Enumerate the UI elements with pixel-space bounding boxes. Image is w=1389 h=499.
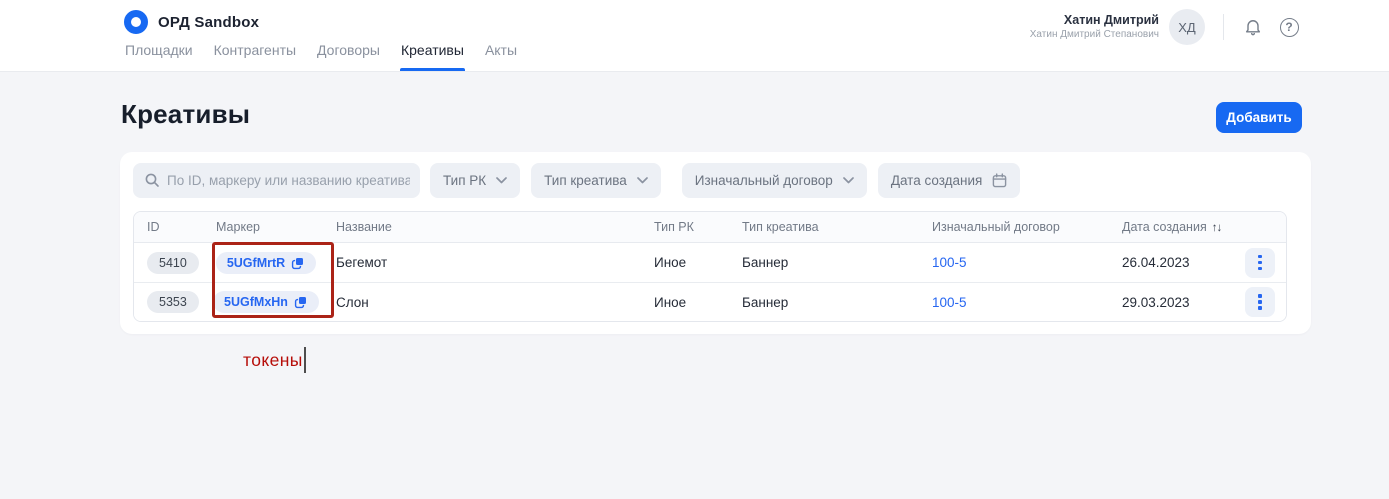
col-header-id: ID [134, 220, 206, 234]
marker-cell: 5UGfMrtR [206, 252, 326, 274]
name-cell: Слон [326, 295, 644, 310]
search-input[interactable] [133, 163, 420, 198]
filter-initial-contract-label: Изначальный договор [695, 173, 833, 188]
chevron-down-icon [843, 177, 854, 184]
user-name: Хатин Дмитрий [1030, 13, 1159, 29]
annotation-label: токены [243, 347, 306, 373]
id-badge: 5410 [147, 252, 199, 274]
top-bar: ОРД Sandbox Площадки Контрагенты Договор… [0, 0, 1389, 72]
copy-icon[interactable] [294, 295, 308, 309]
table-row: 5353 5UGfMxHn Слон Иное Баннер 100-5 [134, 282, 1286, 321]
nav-item-akty[interactable]: Акты [484, 42, 518, 71]
kebab-menu-button[interactable] [1245, 248, 1275, 278]
name-cell: Бегемот [326, 255, 644, 270]
text-cursor [304, 347, 307, 373]
sort-icon[interactable]: ↑↓ [1212, 222, 1222, 234]
table-row: 5410 5UGfMrtR Бегемот Иное Баннер 100-5 [134, 243, 1286, 282]
id-cell: 5353 [134, 291, 206, 313]
col-header-marker: Маркер [206, 220, 326, 234]
marker-cell: 5UGfMxHn [206, 291, 326, 313]
page-title: Креативы [121, 99, 250, 130]
table-header-row: ID Маркер Название Тип РК Тип креатива И… [134, 212, 1286, 243]
col-header-name: Название [326, 220, 644, 234]
app-logo-icon [124, 10, 148, 34]
creatives-table: ID Маркер Название Тип РК Тип креатива И… [133, 211, 1287, 322]
actions-cell [1232, 248, 1287, 278]
chevron-down-icon [496, 177, 507, 184]
filter-date-created-label: Дата создания [891, 173, 983, 188]
kebab-menu-button[interactable] [1245, 287, 1275, 317]
col-header-date-created[interactable]: Дата создания↑↓ [1112, 220, 1232, 234]
user-area: Хатин Дмитрий Хатин Дмитрий Степанович Х… [1030, 9, 1300, 45]
divider [1223, 14, 1224, 40]
app-brand[interactable]: ОРД Sandbox [124, 10, 259, 34]
date-created-cell: 29.03.2023 [1112, 295, 1232, 310]
col-header-initial-contract: Изначальный договор [922, 220, 1112, 234]
type-rk-cell: Иное [644, 295, 732, 310]
col-header-creative-type: Тип креатива [732, 220, 922, 234]
initial-contract-cell: 100-5 [922, 295, 1112, 310]
user-names: Хатин Дмитрий Хатин Дмитрий Степанович [1030, 13, 1159, 41]
type-rk-cell: Иное [644, 255, 732, 270]
contract-link[interactable]: 100-5 [932, 295, 967, 310]
user-full-name: Хатин Дмитрий Степанович [1030, 29, 1159, 42]
actions-cell [1232, 287, 1287, 317]
help-icon[interactable]: ? [1278, 16, 1300, 38]
filter-creative-type-label: Тип креатива [544, 173, 627, 188]
nav-item-kontragenty[interactable]: Контрагенты [213, 42, 297, 71]
filters-bar: Тип РК Тип креатива Изначальный договор … [133, 163, 1020, 198]
contract-link[interactable]: 100-5 [932, 255, 967, 270]
filter-initial-contract[interactable]: Изначальный договор [682, 163, 867, 198]
avatar[interactable]: ХД [1169, 9, 1205, 45]
marker-token[interactable]: 5UGfMxHn [213, 291, 319, 313]
id-badge: 5353 [147, 291, 199, 313]
nav-item-ploshchadki[interactable]: Площадки [124, 42, 194, 71]
creatives-card: Тип РК Тип креатива Изначальный договор … [120, 152, 1311, 334]
col-header-type-rk: Тип РК [644, 220, 732, 234]
nav-item-kreativy[interactable]: Креативы [400, 42, 465, 71]
marker-token[interactable]: 5UGfMrtR [216, 252, 316, 274]
filter-creative-type[interactable]: Тип креатива [531, 163, 661, 198]
creative-type-cell: Баннер [732, 255, 922, 270]
add-button[interactable]: Добавить [1216, 102, 1302, 133]
annotation-text: токены [243, 350, 303, 371]
id-cell: 5410 [134, 252, 206, 274]
app-title: ОРД Sandbox [158, 14, 259, 31]
initial-contract-cell: 100-5 [922, 255, 1112, 270]
filter-type-rk-label: Тип РК [443, 173, 486, 188]
filter-type-rk[interactable]: Тип РК [430, 163, 520, 198]
copy-icon[interactable] [291, 256, 305, 270]
search-icon [144, 172, 160, 188]
nav-item-dogovory[interactable]: Договоры [316, 42, 381, 71]
chevron-down-icon [637, 177, 648, 184]
creative-type-cell: Баннер [732, 295, 922, 310]
date-created-cell: 26.04.2023 [1112, 255, 1232, 270]
main-nav: Площадки Контрагенты Договоры Креативы А… [124, 42, 518, 71]
calendar-icon [992, 173, 1007, 188]
bell-icon[interactable] [1242, 16, 1264, 38]
search-box [133, 163, 420, 198]
filter-date-created[interactable]: Дата создания [878, 163, 1021, 198]
